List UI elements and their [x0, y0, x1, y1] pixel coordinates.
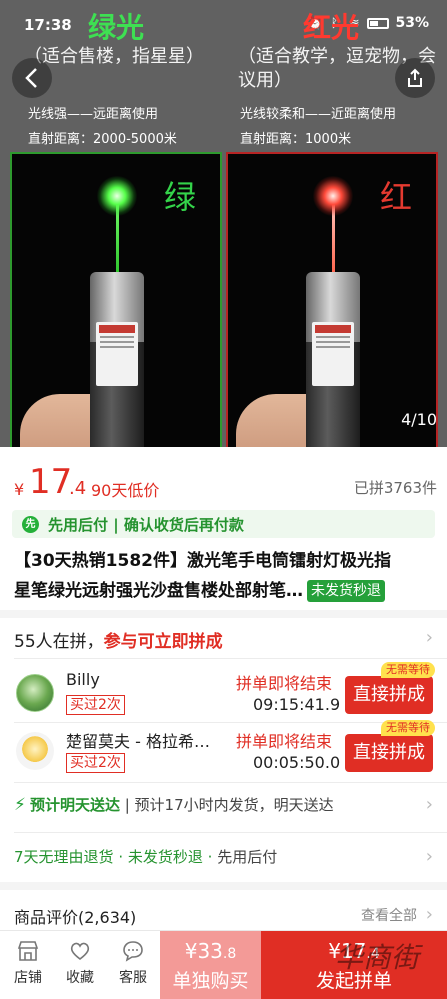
- store-tab[interactable]: 店铺: [2, 939, 54, 987]
- chevron-right-icon: ›: [425, 794, 433, 815]
- shipping-highlight: 预计明天送达: [29, 796, 120, 814]
- row-divider: [14, 782, 447, 783]
- green-desc-strength: 光线强——远距离使用: [28, 107, 159, 122]
- product-title-line2: 星笔绿光远射强光沙盘售楼处部射笔…: [14, 581, 303, 601]
- pen-danger-label: [312, 322, 354, 386]
- shipping-row[interactable]: ⚡ 预计明天送达 | 预计17小时内发货，明天送达: [14, 794, 334, 815]
- red-panel-label: 红: [379, 178, 412, 216]
- group-cta: 参与可立即拼成: [103, 632, 223, 652]
- price-row: ¥ 17 .4 90天低价 已拼3763件: [0, 458, 447, 506]
- service-row[interactable]: 7天无理由退货 · 未发货秒退 · 先用后付: [14, 846, 277, 867]
- section-divider: [0, 882, 447, 890]
- red-desc-strength: 光线较柔和——近距离使用: [240, 107, 397, 122]
- section-divider: [0, 610, 447, 618]
- photo-counter: 4/10: [401, 410, 437, 429]
- heart-icon: [70, 942, 90, 961]
- no-wait-badge: 无需等待: [381, 662, 435, 678]
- service-refund: 未发货秒退: [127, 848, 203, 866]
- green-glow: [97, 176, 137, 216]
- green-subtitle: （适合售楼，指星星）: [24, 46, 204, 67]
- buyer-name: Billy: [66, 670, 100, 689]
- pay-later-icon: 先: [22, 516, 39, 533]
- solo-price: ¥33.8: [184, 939, 237, 963]
- chat-icon: [123, 941, 143, 962]
- countdown-timer: 00:05:50.0: [253, 753, 341, 772]
- battery-icon: [367, 17, 390, 29]
- chevron-right-icon: ›: [425, 627, 433, 648]
- chevron-right-icon: ›: [425, 846, 433, 867]
- buyer-name: 楚留莫夫 - 格拉希…: [66, 732, 210, 751]
- product-title: 【30天热销1582件】激光笔手电筒镭射灯极光指 星笔绿光远射强光沙盘售楼处部射…: [14, 546, 438, 606]
- ending-soon-text: 拼单即将结束: [236, 732, 333, 751]
- battery-percent: 53%: [395, 15, 429, 31]
- group-row: 楚留莫夫 - 格拉希… 买过2次 拼单即将结束 00:05:50.0 直接拼成 …: [0, 720, 447, 780]
- reviews-title: 商品评价(2,634): [14, 908, 137, 927]
- green-laser-photo: 绿: [10, 152, 222, 447]
- watermark-text: 华商街: [334, 941, 419, 974]
- low-price-tag: 90天低价: [91, 481, 160, 500]
- countdown-timer: 09:15:41.9: [253, 695, 341, 714]
- store-label: 店铺: [14, 970, 42, 986]
- back-button[interactable]: [12, 58, 52, 98]
- buy-alone-button[interactable]: ¥33.8 单独购买: [160, 931, 261, 999]
- pay-later-text: 先用后付 | 确认收货后再付款: [48, 516, 244, 534]
- shipping-separator: |: [119, 796, 135, 814]
- avatar: [16, 674, 54, 712]
- favorite-label: 收藏: [66, 970, 94, 986]
- lightning-icon: ⚡: [14, 795, 26, 815]
- service-pay-later: 先用后付: [217, 848, 278, 866]
- group-buy-header[interactable]: 55人在拼，参与可立即拼成: [14, 627, 223, 652]
- sold-count: 已拼3763件: [353, 479, 437, 497]
- favorite-tab[interactable]: 收藏: [54, 939, 106, 987]
- service-tab[interactable]: 客服: [107, 939, 159, 987]
- red-desc-distance: 直射距离：1000米: [240, 132, 352, 147]
- join-group-button[interactable]: 直接拼成: [345, 676, 433, 714]
- green-desc-distance: 直射距离：2000-5000米: [28, 132, 177, 147]
- view-all-reviews-link[interactable]: 查看全部: [361, 905, 417, 925]
- join-group-button[interactable]: 直接拼成: [345, 734, 433, 772]
- store-icon: [17, 941, 39, 961]
- group-count: 55人在拼，: [14, 632, 104, 652]
- row-divider: [14, 832, 447, 833]
- avatar: [16, 732, 54, 770]
- pen-danger-label: [96, 322, 138, 386]
- chevron-right-icon: ›: [425, 904, 433, 925]
- ending-soon-text: 拼单即将结束: [236, 674, 333, 693]
- price-decimal: .4: [69, 478, 87, 499]
- bought-badge: 买过2次: [66, 753, 125, 773]
- service-label: 客服: [119, 970, 147, 986]
- solo-label: 单独购买: [172, 970, 249, 992]
- share-button[interactable]: [395, 58, 435, 98]
- unsent-refund-badge: 未发货秒退: [307, 580, 385, 602]
- shipping-detail: 预计17小时内发货，明天送达: [134, 796, 334, 814]
- bought-badge: 买过2次: [66, 695, 125, 715]
- price-integer: 17: [29, 462, 73, 502]
- group-row: Billy 买过2次 拼单即将结束 09:15:41.9 直接拼成 无需等待: [0, 662, 447, 722]
- row-divider: [14, 658, 447, 659]
- product-image-carousel[interactable]: 17:38 ⏰ ᛒ ≋ 53% 绿光 红光 （适合售楼，指星星） （适合教学，逗…: [0, 0, 447, 447]
- price-currency: ¥: [14, 480, 25, 499]
- pay-later-banner[interactable]: 先 先用后付 | 确认收货后再付款: [12, 510, 435, 538]
- share-icon: [408, 68, 422, 87]
- green-panel-label: 绿: [163, 178, 196, 216]
- no-wait-badge: 无需等待: [381, 720, 435, 736]
- product-title-line1: 【30天热销1582件】激光笔手电筒镭射灯极光指: [14, 551, 391, 571]
- status-time: 17:38: [24, 16, 72, 34]
- red-glow: [313, 176, 353, 216]
- red-title: 红光: [303, 11, 360, 44]
- red-laser-photo: 红: [226, 152, 438, 447]
- chevron-left-icon: [25, 68, 37, 88]
- service-return: 7天无理由退货: [14, 848, 114, 866]
- green-title: 绿光: [88, 11, 145, 44]
